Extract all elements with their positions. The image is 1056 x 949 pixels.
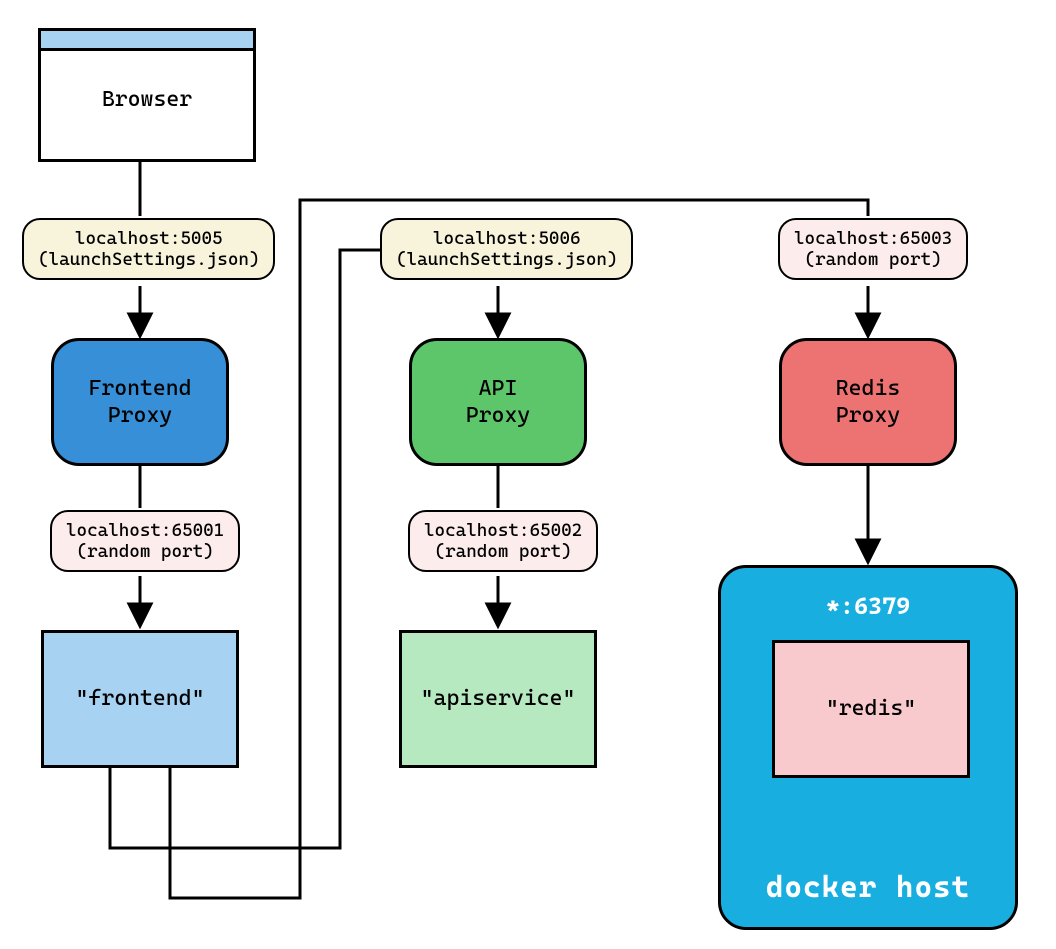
edge-line1: localhost:5005 — [38, 228, 259, 249]
apiservice-service: "apiservice" — [399, 630, 597, 768]
proxy-line2: Proxy — [108, 402, 172, 430]
frontend-proxy: Frontend Proxy — [51, 338, 229, 466]
docker-host: *:6379 "redis" docker host — [718, 565, 1018, 930]
redis-service: "redis" — [772, 640, 970, 778]
docker-port: *:6379 — [721, 592, 1015, 620]
proxy-line2: Proxy — [836, 402, 900, 430]
svc-label: "apiservice" — [421, 685, 576, 713]
edge-line2: (random port) — [794, 249, 952, 270]
edge-label-frontend-in: localhost:5005 (launchSettings.json) — [22, 218, 275, 280]
browser-node: Browser — [38, 28, 256, 162]
edge-label-api-in: localhost:5006 (launchSettings.json) — [380, 218, 633, 280]
browser-titlebar — [41, 31, 253, 51]
proxy-line1: Redis — [836, 375, 900, 403]
frontend-service: "frontend" — [41, 630, 239, 768]
edge-line2: (launchSettings.json) — [396, 249, 617, 270]
edge-line1: localhost:65003 — [794, 228, 952, 249]
edge-line1: localhost:65002 — [424, 520, 582, 541]
edge-label-frontend-out: localhost:65001 (random port) — [50, 510, 240, 572]
proxy-line1: Frontend — [88, 375, 191, 403]
svc-label: "frontend" — [76, 685, 205, 713]
edge-label-api-out: localhost:65002 (random port) — [408, 510, 598, 572]
edge-line1: localhost:5006 — [396, 228, 617, 249]
edge-line2: (random port) — [66, 541, 224, 562]
proxy-line1: API — [479, 375, 518, 403]
redis-proxy: Redis Proxy — [779, 338, 957, 466]
edge-line2: (random port) — [424, 541, 582, 562]
edge-line2: (launchSettings.json) — [38, 249, 259, 270]
api-proxy: API Proxy — [409, 338, 587, 466]
edge-label-redis-in: localhost:65003 (random port) — [778, 218, 968, 280]
docker-label: docker host — [721, 870, 1015, 905]
edge-line1: localhost:65001 — [66, 520, 224, 541]
browser-label: Browser — [102, 86, 192, 114]
svc-label: "redis" — [826, 695, 916, 723]
proxy-line2: Proxy — [466, 402, 530, 430]
